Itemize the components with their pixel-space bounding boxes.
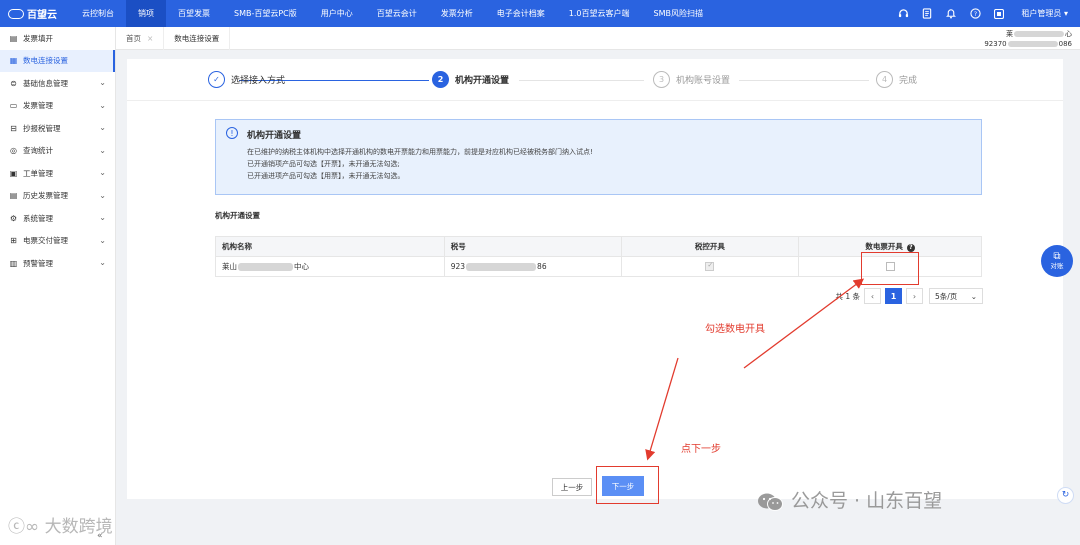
- watermark-logo-icon: ⓒ∞: [8, 517, 40, 537]
- watermark-text: 大数跨境: [44, 517, 113, 537]
- watermark-wechat: 公众号 · 山东百望: [757, 486, 942, 513]
- refresh-icon[interactable]: ↻: [1057, 487, 1074, 504]
- reconcile-icon: ⧉: [1053, 251, 1061, 262]
- watermark-left: ⓒ∞ 大数跨境: [8, 512, 113, 537]
- watermark-text: 公众号 · 山东百望: [791, 490, 943, 512]
- service-label: 对账: [1050, 262, 1064, 270]
- annotation-next-hint: 点下一步: [681, 444, 721, 455]
- annotation-check-hint: 勾选数电开具: [705, 324, 765, 335]
- wechat-logo-icon: [757, 492, 783, 512]
- reconcile-float-button[interactable]: ⧉ 对账: [1041, 245, 1073, 277]
- annotation-arrows: [645, 278, 865, 461]
